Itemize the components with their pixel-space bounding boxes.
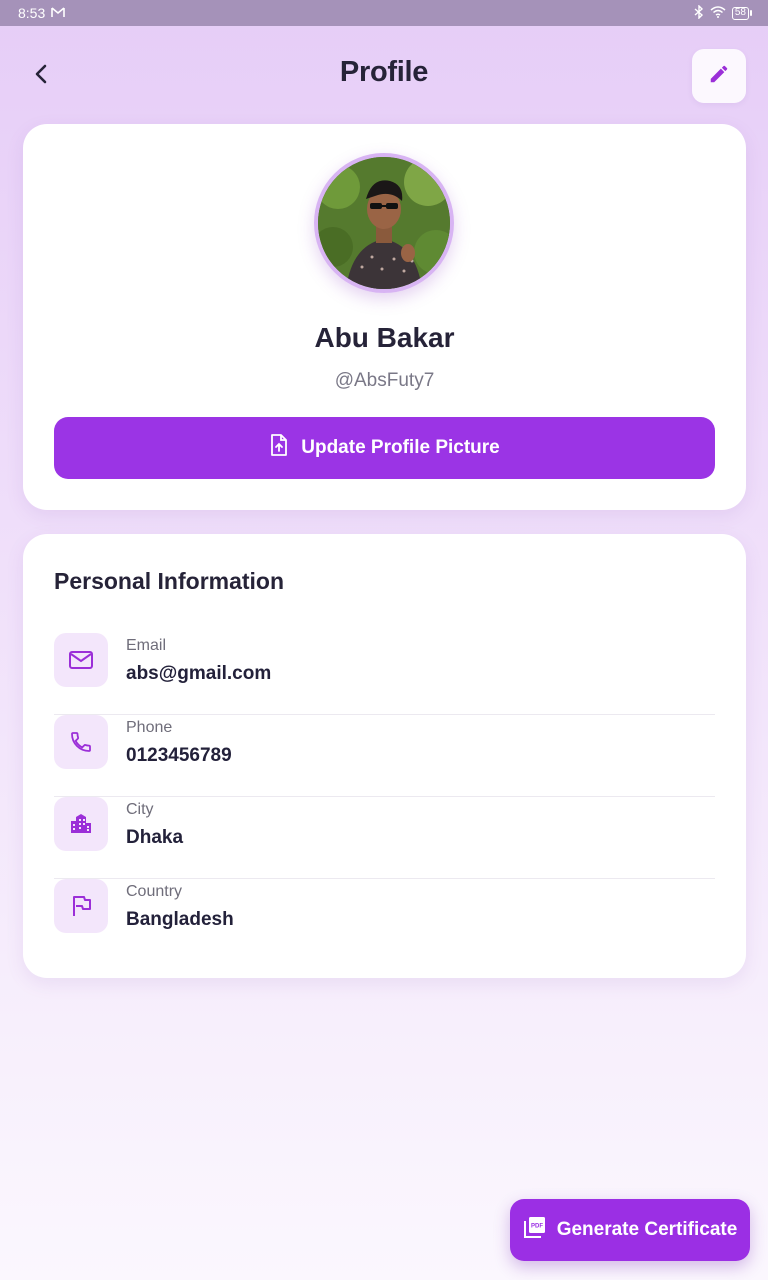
info-value: 0123456789 [126, 745, 232, 766]
phone-icon [54, 715, 108, 769]
avatar[interactable] [314, 153, 454, 293]
battery-icon: 58 [731, 6, 752, 20]
info-value: abs@gmail.com [126, 663, 272, 684]
generate-certificate-label: Generate Certificate [556, 1219, 738, 1240]
pdf-icon: PDF [523, 1215, 547, 1245]
info-row-city: City Dhaka [54, 797, 715, 879]
battery-level: 58 [731, 6, 749, 20]
info-row-phone: Phone 0123456789 [54, 715, 715, 797]
user-name: Abu Bakar [314, 322, 455, 353]
status-left: 8:53 [18, 5, 66, 21]
info-row-email: Email abs@gmail.com [54, 633, 715, 715]
profile-card: Abu Bakar @AbsFuty7 Update Profile Pictu… [23, 124, 746, 510]
status-right: 58 [694, 3, 752, 22]
info-row-country: Country Bangladesh [54, 879, 715, 961]
city-icon [54, 797, 108, 851]
page-title: Profile [339, 56, 429, 88]
wifi-icon [710, 5, 726, 21]
info-label: Phone [126, 719, 173, 736]
file-upload-icon [269, 434, 289, 462]
update-profile-picture-label: Update Profile Picture [301, 437, 500, 458]
status-time: 8:53 [18, 5, 46, 21]
svg-text:PDF: PDF [531, 1224, 543, 1230]
bluetooth-icon [694, 3, 704, 22]
mail-icon [54, 633, 108, 687]
user-handle: @AbsFuty7 [334, 370, 435, 391]
info-value: Bangladesh [126, 909, 234, 930]
gmail-icon [51, 5, 66, 21]
update-profile-picture-button[interactable]: Update Profile Picture [54, 417, 715, 479]
flag-icon [54, 879, 108, 933]
status-bar: 8:53 58 [0, 0, 768, 26]
generate-certificate-button[interactable]: PDF Generate Certificate [510, 1199, 750, 1261]
info-label: City [126, 801, 154, 818]
app-header: Profile [0, 26, 768, 126]
edit-profile-button[interactable] [692, 49, 746, 103]
info-value: Dhaka [126, 827, 184, 848]
personal-info-card: Personal Information Email abs@gmail.com… [23, 534, 746, 978]
info-label: Country [126, 883, 183, 900]
pencil-icon [708, 63, 730, 90]
section-title: Personal Information [54, 568, 285, 594]
info-label: Email [126, 637, 167, 654]
